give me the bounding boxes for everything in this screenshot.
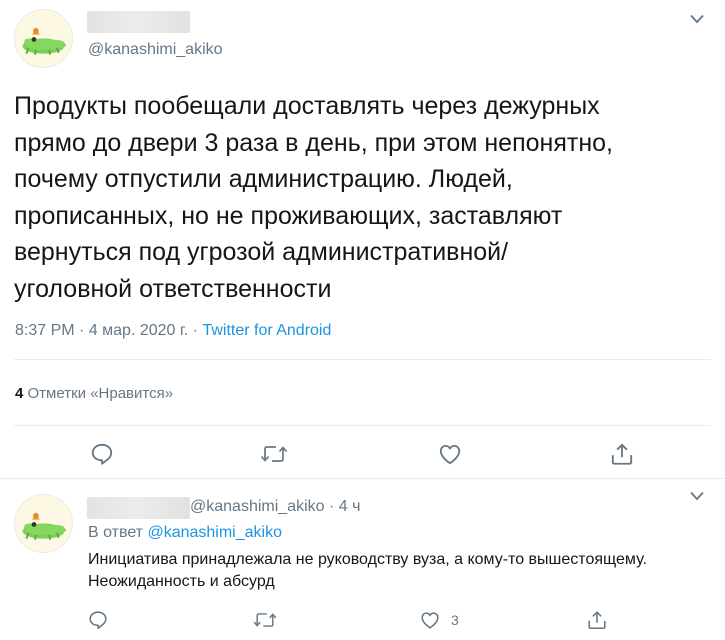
reply-like-button[interactable]: 3 xyxy=(419,609,459,631)
reply-text: Инициатива принадлежала не руководству в… xyxy=(88,551,647,590)
retweet-icon xyxy=(253,613,277,627)
author-avatar[interactable] xyxy=(14,9,73,68)
reply-button[interactable] xyxy=(89,441,115,467)
meta-separator: · xyxy=(188,322,203,339)
reply-author-name-redacted[interactable] xyxy=(87,497,190,519)
reply-like-count: 3 xyxy=(451,612,459,628)
likes-summary[interactable]: 4 Отметки «Нравится» xyxy=(15,385,173,402)
reply-time[interactable]: 4 ч xyxy=(339,498,361,515)
retweet-button[interactable] xyxy=(259,441,289,467)
share-icon xyxy=(611,443,633,465)
share-icon xyxy=(588,611,606,630)
likes-count: 4 xyxy=(15,385,24,402)
author-handle[interactable]: @kanashimi_akiko xyxy=(88,41,223,59)
meta-separator: · xyxy=(324,498,339,515)
tweet-source-link[interactable]: Twitter for Android xyxy=(202,322,331,339)
divider xyxy=(14,359,711,360)
reply-author-avatar[interactable] xyxy=(14,494,73,553)
reply-header: @kanashimi_akiko · 4 ч xyxy=(190,498,360,516)
like-button[interactable] xyxy=(437,441,463,467)
reply-author-handle[interactable]: @kanashimi_akiko xyxy=(190,498,325,515)
replying-to-mention[interactable]: @kanashimi_akiko xyxy=(147,524,282,541)
green-crocodile-avatar-icon xyxy=(22,512,67,540)
reply-reply-button[interactable] xyxy=(87,609,109,631)
tweet-metadata: 8:37 PM · 4 мар. 2020 г. · Twitter for A… xyxy=(15,322,331,340)
retweet-icon xyxy=(260,446,288,462)
tweet-text: Продукты пообещали доставлять через дежу… xyxy=(14,92,613,303)
reply-icon xyxy=(91,443,113,465)
green-crocodile-avatar-icon xyxy=(22,27,67,55)
heart-icon xyxy=(421,612,439,629)
heart-icon xyxy=(439,444,461,465)
likes-label: Отметки «Нравится» xyxy=(27,385,174,402)
tweet-time[interactable]: 8:37 PM xyxy=(15,322,75,339)
replying-to: В ответ @kanashimi_akiko xyxy=(88,524,282,542)
replying-to-prefix: В ответ xyxy=(88,524,148,541)
tweet-date[interactable]: 4 мар. 2020 г. xyxy=(89,322,188,339)
reply-share-button[interactable] xyxy=(586,609,608,631)
meta-separator: · xyxy=(74,322,89,339)
reply-more-options-chevron-down-icon[interactable] xyxy=(690,491,704,501)
divider xyxy=(14,425,711,426)
reply-retweet-button[interactable] xyxy=(252,609,278,631)
reply-icon xyxy=(89,611,107,630)
author-name-redacted[interactable] xyxy=(87,11,190,33)
share-button[interactable] xyxy=(609,441,635,467)
more-options-chevron-down-icon[interactable] xyxy=(690,14,704,24)
tweet-separator xyxy=(0,478,725,479)
main-tweet: @kanashimi_akiko Продукты пообещали дост… xyxy=(0,0,725,478)
